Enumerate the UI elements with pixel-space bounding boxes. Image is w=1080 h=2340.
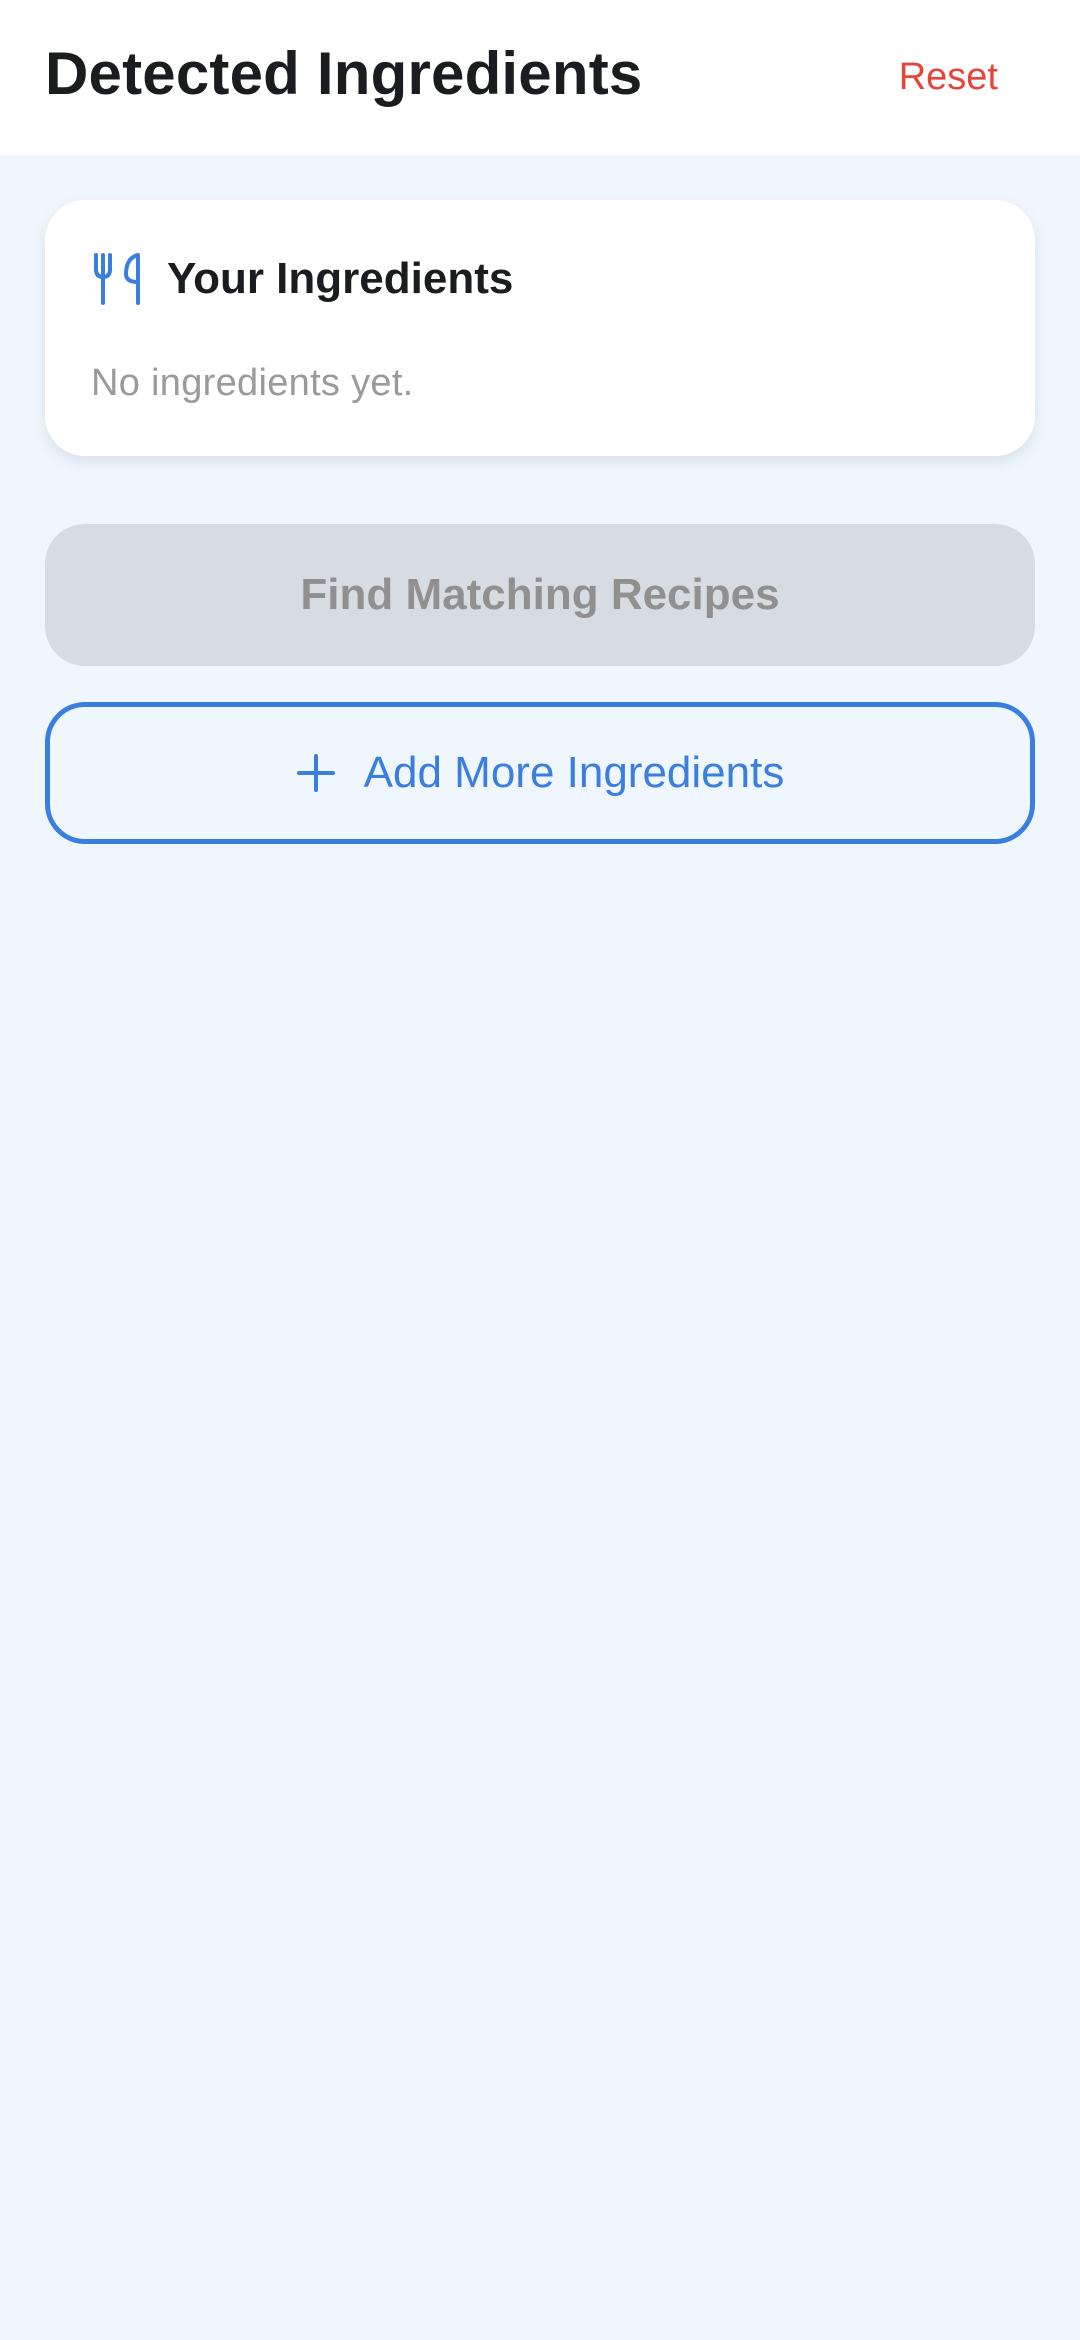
ingredients-card-title: Your Ingredients [167,254,514,303]
reset-button[interactable]: Reset [899,50,998,104]
ingredients-card-header: Your Ingredients [91,250,513,308]
add-more-ingredients-label: Add More Ingredients [363,748,785,797]
find-matching-recipes-label: Find Matching Recipes [300,570,780,619]
page-title: Detected Ingredients [45,40,643,107]
add-more-ingredients-button[interactable]: Add More Ingredients [45,702,1035,844]
find-matching-recipes-button[interactable]: Find Matching Recipes [45,524,1035,666]
app-header: Detected Ingredients Reset [0,0,1080,155]
plus-icon [296,754,335,792]
ingredients-card: Your Ingredients No ingredients yet. [45,200,1035,456]
utensils-icon [94,253,140,305]
empty-state-text: No ingredients yet. [91,362,414,404]
